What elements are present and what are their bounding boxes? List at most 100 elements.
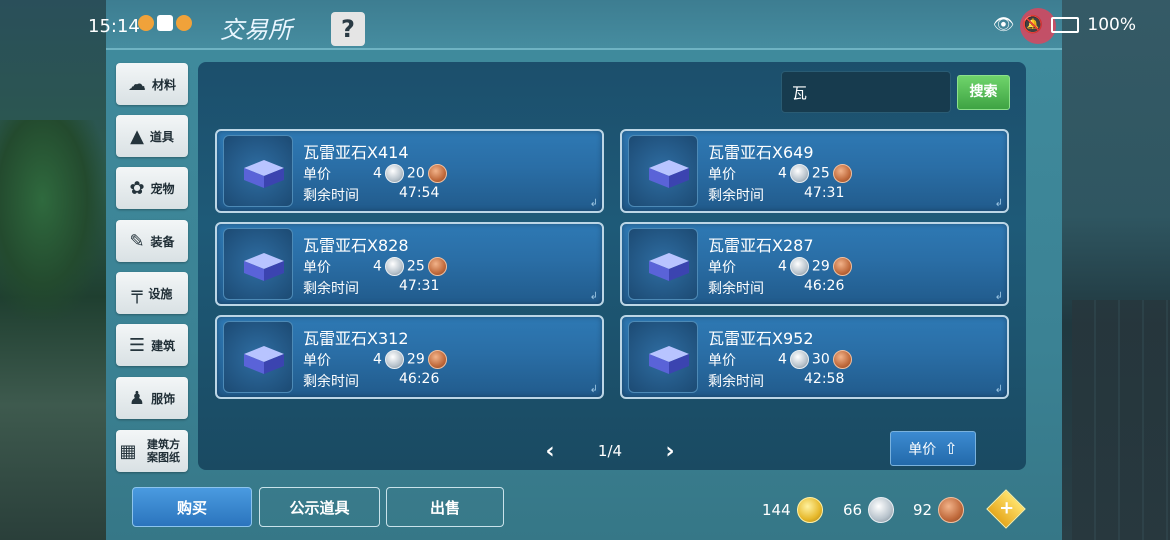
price-value: 4 30	[778, 350, 855, 369]
sort-arrow-icon: ⇧	[944, 439, 958, 458]
crystal-ingot-icon	[649, 160, 689, 188]
silver-amount: 4	[778, 258, 787, 275]
item-name: 瓦雷亚石X828	[303, 236, 409, 255]
listing-card[interactable]: 瓦雷亚石X287 单价 4 29 剩余时间 46:26 ↲	[620, 222, 1009, 306]
message-icon	[157, 15, 173, 31]
listing-card[interactable]: 瓦雷亚石X952 单价 4 30 剩余时间 42:58 ↲	[620, 315, 1009, 399]
weibo-icon	[138, 15, 154, 31]
silver-coin-icon	[384, 164, 404, 183]
crystal-ingot-icon	[649, 346, 689, 374]
prev-page-icon[interactable]: ‹	[540, 439, 560, 464]
time-remaining: 47:54	[399, 185, 440, 201]
sidebar-item-blueprint[interactable]: ▦ 建筑方案图纸	[116, 430, 188, 472]
copper-coin-icon	[427, 257, 447, 276]
sidebar-item-materials[interactable]: ☁ 材料	[116, 63, 188, 105]
price-value: 4 29	[778, 257, 855, 276]
time-remaining: 42:58	[804, 371, 845, 387]
item-thumbnail	[628, 135, 698, 207]
gold-coin-icon	[796, 497, 823, 523]
crystal-ingot-icon	[649, 253, 689, 281]
weibo-icon	[176, 15, 192, 31]
copper-amount: 20	[406, 165, 425, 182]
search-box	[781, 71, 951, 113]
help-button[interactable]: ?	[331, 12, 365, 46]
silver-amount: 4	[373, 165, 382, 182]
time-label: 剩余时间	[708, 281, 764, 297]
sidebar-item-equipment[interactable]: ✎ 装备	[116, 220, 188, 262]
silver-coin-icon	[384, 350, 404, 369]
listing-card[interactable]: 瓦雷亚石X312 单价 4 29 剩余时间 46:26 ↲	[215, 315, 604, 399]
silver-amount: 4	[373, 258, 382, 275]
sort-by-price-button[interactable]: 单价 ⇧	[890, 431, 976, 466]
item-thumbnail	[223, 228, 293, 300]
sidebar-item-label: 材料	[151, 77, 176, 92]
time-label: 剩余时间	[303, 374, 359, 390]
price-label: 单价	[708, 353, 736, 369]
silver-coin-icon	[789, 257, 809, 276]
time-label: 剩余时间	[708, 188, 764, 204]
corner-icon: ↲	[994, 198, 1003, 209]
silver-amount: 4	[778, 165, 787, 182]
time-row: 剩余时间 42:58	[708, 371, 844, 391]
clothing-icon: ♟	[128, 387, 146, 409]
sidebar-item-label: 宠物	[150, 181, 175, 196]
listing-card[interactable]: 瓦雷亚石X649 单价 4 25 剩余时间 47:31 ↲	[620, 129, 1009, 213]
copper-coin-icon	[427, 164, 447, 183]
background-scene-left	[0, 0, 106, 540]
notification-icons	[138, 15, 195, 31]
pagination: ‹ 1/4 ›	[540, 436, 680, 466]
battery-icon	[1051, 17, 1080, 33]
price-row: 单价 4 30	[708, 350, 852, 370]
copper-coin-icon	[832, 350, 852, 369]
item-thumbnail	[628, 321, 698, 393]
page-title: 交易所	[220, 16, 292, 44]
time-remaining: 47:31	[804, 185, 845, 201]
copper-coin-icon	[832, 164, 852, 183]
price-value: 4 29	[373, 350, 450, 369]
public-items-button[interactable]: 公示道具	[259, 487, 380, 527]
silver-coin-icon	[384, 257, 404, 276]
price-value: 4 25	[778, 164, 855, 183]
time-remaining: 46:26	[804, 278, 845, 294]
price-value: 4 25	[373, 257, 450, 276]
sell-button[interactable]: 出售	[386, 487, 504, 527]
copper-coin-icon	[938, 497, 965, 523]
status-time: 15:14	[88, 16, 140, 37]
materials-icon: ☁	[127, 73, 146, 95]
sidebar-item-label: 服饰	[151, 391, 176, 406]
sidebar-item-label: 装备	[150, 234, 175, 249]
price-row: 单价 4 29	[303, 350, 447, 370]
sidebar-item-pets[interactable]: ✿ 宠物	[116, 167, 188, 209]
sidebar-item-building[interactable]: ☰ 建筑	[116, 324, 188, 366]
time-row: 剩余时间 47:31	[303, 278, 439, 298]
time-row: 剩余时间 46:26	[708, 278, 844, 298]
item-name: 瓦雷亚石X414	[303, 143, 409, 162]
copper-balance: 92	[913, 497, 965, 523]
price-row: 单价 4 25	[303, 257, 447, 277]
next-page-icon[interactable]: ›	[660, 439, 680, 464]
corner-icon: ↲	[589, 198, 598, 209]
silver-coin-icon	[868, 497, 895, 523]
sidebar-item-facility[interactable]: ╤ 设施	[116, 272, 188, 314]
battery-percent: 100%	[1087, 15, 1136, 35]
tools-icon: ▲	[130, 125, 144, 147]
search-button[interactable]: 搜索	[957, 75, 1010, 110]
time-label: 剩余时间	[708, 374, 764, 390]
time-row: 剩余时间 47:54	[303, 185, 439, 205]
listing-card[interactable]: 瓦雷亚石X828 单价 4 25 剩余时间 47:31 ↲	[215, 222, 604, 306]
silver-amount: 66	[843, 501, 863, 519]
copper-amount: 25	[406, 258, 425, 275]
price-label: 单价	[303, 260, 331, 276]
search-input[interactable]	[782, 72, 948, 112]
sidebar-item-clothing[interactable]: ♟ 服饰	[116, 377, 188, 419]
sidebar-item-tools[interactable]: ▲ 道具	[116, 115, 188, 157]
silver-amount: 4	[778, 351, 787, 368]
listing-card[interactable]: 瓦雷亚石X414 单价 4 20 剩余时间 47:54 ↲	[215, 129, 604, 213]
silver-balance: 66	[843, 497, 895, 523]
mute-icon: 🔕	[1022, 15, 1044, 35]
buy-button[interactable]: 购买	[132, 487, 252, 527]
time-remaining: 46:26	[399, 371, 440, 387]
corner-icon: ↲	[589, 384, 598, 395]
copper-amount: 30	[811, 351, 830, 368]
status-right: 👁 🔕 100%	[993, 15, 1136, 35]
